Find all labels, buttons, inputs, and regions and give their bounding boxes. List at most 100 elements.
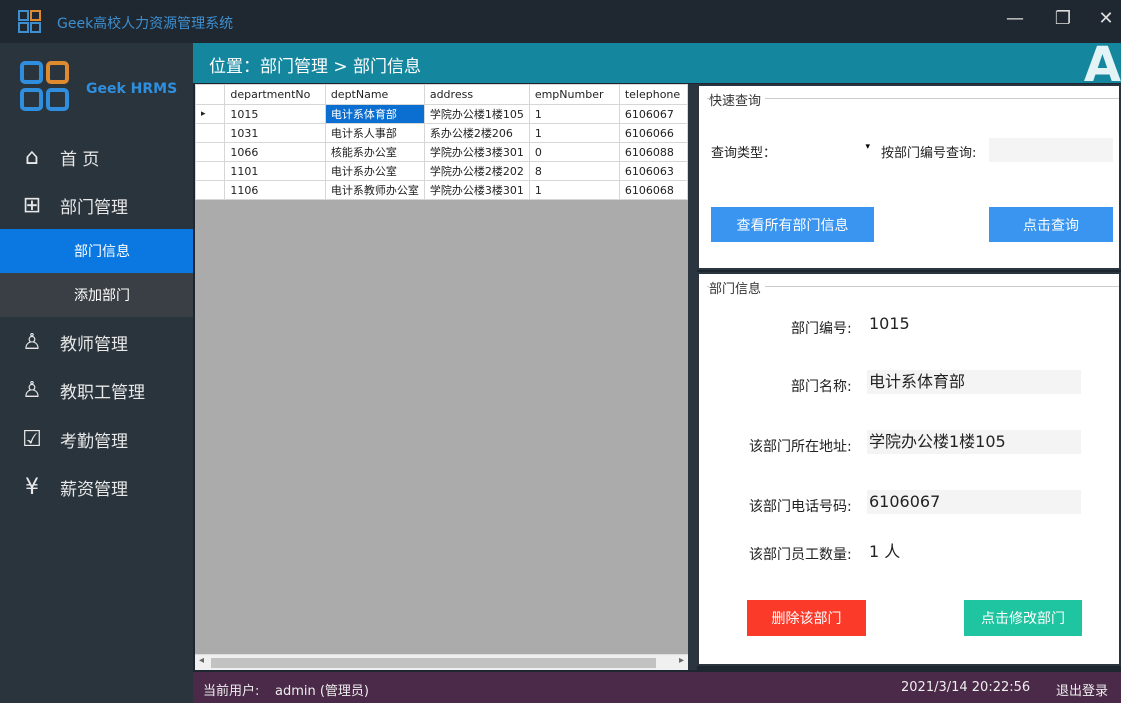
nav-home[interactable]: ⌂ 首 页 [0,134,193,180]
current-user: admin (管理员) [275,684,370,699]
delete-dept-button[interactable]: 删除该部门 [747,600,866,636]
quick-query-panel: 快速查询 查询类型： ▾ 按部门编号查询: 查看所有部门信息 点击查询 [697,84,1121,270]
table-cell[interactable]: 6106063 [618,161,689,181]
query-legend: 快速查询 [709,90,766,109]
home-icon: ⌂ [25,144,39,170]
table-cell[interactable]: 学院办公楼3楼301 [423,142,530,162]
table-cell[interactable]: 6106067 [618,104,689,124]
table-cell[interactable]: 1101 [224,161,326,181]
table-cell[interactable]: 1 [528,123,620,143]
table-cell[interactable]: 0 [528,142,620,162]
search-button[interactable]: 点击查询 [989,207,1113,242]
title-bar: Geek高校人力资源管理系统 — ❐ ✕ [0,0,1121,43]
table-row[interactable]: 1031 电计系人事部 系办公楼2楼206 1 6106066 [194,123,689,143]
close-button[interactable]: ✕ [1091,8,1121,29]
scroll-left-icon[interactable]: ◂ [199,655,204,666]
table-row[interactable]: 1066 核能系办公室 学院办公楼3楼301 0 6106088 [194,142,689,162]
table-cell[interactable]: 1066 [224,142,326,162]
row-header[interactable] [194,180,226,200]
sidebar: Geek HRMS ⌂ 首 页 ⊞ 部门管理 部门信息 添加部门 ♙ 教师管理 ♙ 教职… [0,43,193,703]
scrollbar-thumb[interactable] [211,658,656,668]
brand-name: Geek HRMS [86,81,178,97]
breadcrumb-bar: 位置：部门管理 > 部门信息 A [193,37,1121,93]
row-header-corner [194,84,226,105]
table-cell[interactable]: 学院办公楼1楼105 [423,104,530,124]
row-header[interactable] [194,142,226,162]
dept-no-value: 1015 [869,314,910,333]
detail-legend: 部门信息 [709,278,766,297]
nav-label: 部门管理 [60,197,128,218]
table-cell[interactable]: 核能系办公室 [324,142,425,162]
table-cell[interactable]: 1 [528,180,620,200]
by-no-label: 按部门编号查询: [881,146,977,161]
column-header[interactable]: departmentNo [224,84,326,105]
table-cell[interactable]: 6106068 [618,180,689,200]
department-grid[interactable]: departmentNo deptName address empNumber … [194,84,689,670]
table-cell[interactable]: 系办公楼2楼206 [423,123,530,143]
splitter[interactable] [688,84,697,670]
dept-no-input[interactable] [989,138,1113,162]
query-type-select[interactable]: ▾ [777,138,873,162]
dept-addr-input[interactable]: 学院办公楼1楼105 [867,430,1081,454]
table-row[interactable]: ▸ 1015 电计系体育部 学院办公楼1楼105 1 6106067 [194,104,689,124]
table-cell[interactable]: 学院办公楼3楼301 [423,180,530,200]
table-cell[interactable]: 电计系教师办公室 [324,180,425,200]
window-title: Geek高校人力资源管理系统 [57,16,234,32]
yen-icon: ¥ [25,474,39,500]
table-row[interactable]: 1106 电计系教师办公室 学院办公楼3楼301 1 6106068 [194,180,689,200]
row-header[interactable]: ▸ [194,104,226,124]
table-cell[interactable]: 学院办公楼2楼202 [423,161,530,181]
column-header[interactable]: address [423,84,530,105]
table-cell[interactable]: 1015 [224,104,326,124]
table-cell[interactable]: 电计系体育部 [324,104,425,124]
logout-link[interactable]: 退出登录 [1056,680,1108,699]
table-cell[interactable]: 电计系办公室 [324,161,425,181]
table-cell[interactable]: 6106088 [618,142,689,162]
nav-attendance[interactable]: ☑ 考勤管理 [0,416,193,462]
user-icon: ♙ [22,329,42,355]
row-header[interactable] [194,123,226,143]
nav-dept-info[interactable]: 部门信息 [0,229,193,273]
calendar-check-icon: ☑ [22,426,42,452]
table-cell[interactable]: 1031 [224,123,326,143]
dept-tel-input[interactable]: 6106067 [867,490,1081,514]
dept-name-input[interactable]: 电计系体育部 [867,370,1081,394]
brand-logo-icon [20,61,69,111]
org-chart-icon: ⊞ [22,192,42,218]
table-cell[interactable]: 6106066 [618,123,689,143]
emp-count-value: 1 人 [869,542,901,561]
dept-detail-panel: 部门信息 部门编号: 1015 部门名称: 电计系体育部 该部门所在地址: 学院… [697,272,1121,666]
column-header[interactable]: telephone [618,84,689,105]
table-cell[interactable]: 1 [528,104,620,124]
query-type-label: 查询类型： [711,146,777,161]
grid-header-row: departmentNo deptName address empNumber … [194,84,689,105]
scroll-right-icon[interactable]: ▸ [679,655,684,666]
column-header[interactable]: empNumber [528,84,620,105]
nav-label: 薪资管理 [60,479,128,500]
nav-staff[interactable]: ♙ 教职工管理 [0,367,193,413]
column-header[interactable]: deptName [324,84,425,105]
datetime: 2021/3/14 20:22:56 [901,680,1031,695]
table-cell[interactable]: 电计系人事部 [324,123,425,143]
maximize-button[interactable]: ❐ [1048,8,1078,29]
nav-teacher[interactable]: ♙ 教师管理 [0,319,193,365]
dept-no-label: 部门编号: [791,321,852,337]
table-cell[interactable]: 8 [528,161,620,181]
nav-label: 教职工管理 [60,382,145,403]
edit-dept-button[interactable]: 点击修改部门 [964,600,1082,636]
chevron-down-icon: ▾ [865,142,870,152]
nav-add-dept[interactable]: 添加部门 [0,273,193,317]
nav-department[interactable]: ⊞ 部门管理 [0,182,193,228]
nav-label: 首 页 [60,149,100,170]
view-all-button[interactable]: 查看所有部门信息 [711,207,874,242]
horizontal-scrollbar[interactable]: ◂ ▸ [195,654,688,670]
table-cell[interactable]: 1106 [224,180,326,200]
dept-name-label: 部门名称: [791,379,852,395]
nav-salary[interactable]: ¥ 薪资管理 [0,464,193,510]
table-row[interactable]: 1101 电计系办公室 学院办公楼2楼202 8 6106063 [194,161,689,181]
minimize-button[interactable]: — [1000,8,1030,29]
row-header[interactable] [194,161,226,181]
breadcrumb: 位置：部门管理 > 部门信息 [209,57,422,77]
nav-label: 考勤管理 [60,431,128,452]
status-bar: 当前用户: admin (管理员) 2021/3/14 20:22:56 退出登… [193,672,1121,703]
